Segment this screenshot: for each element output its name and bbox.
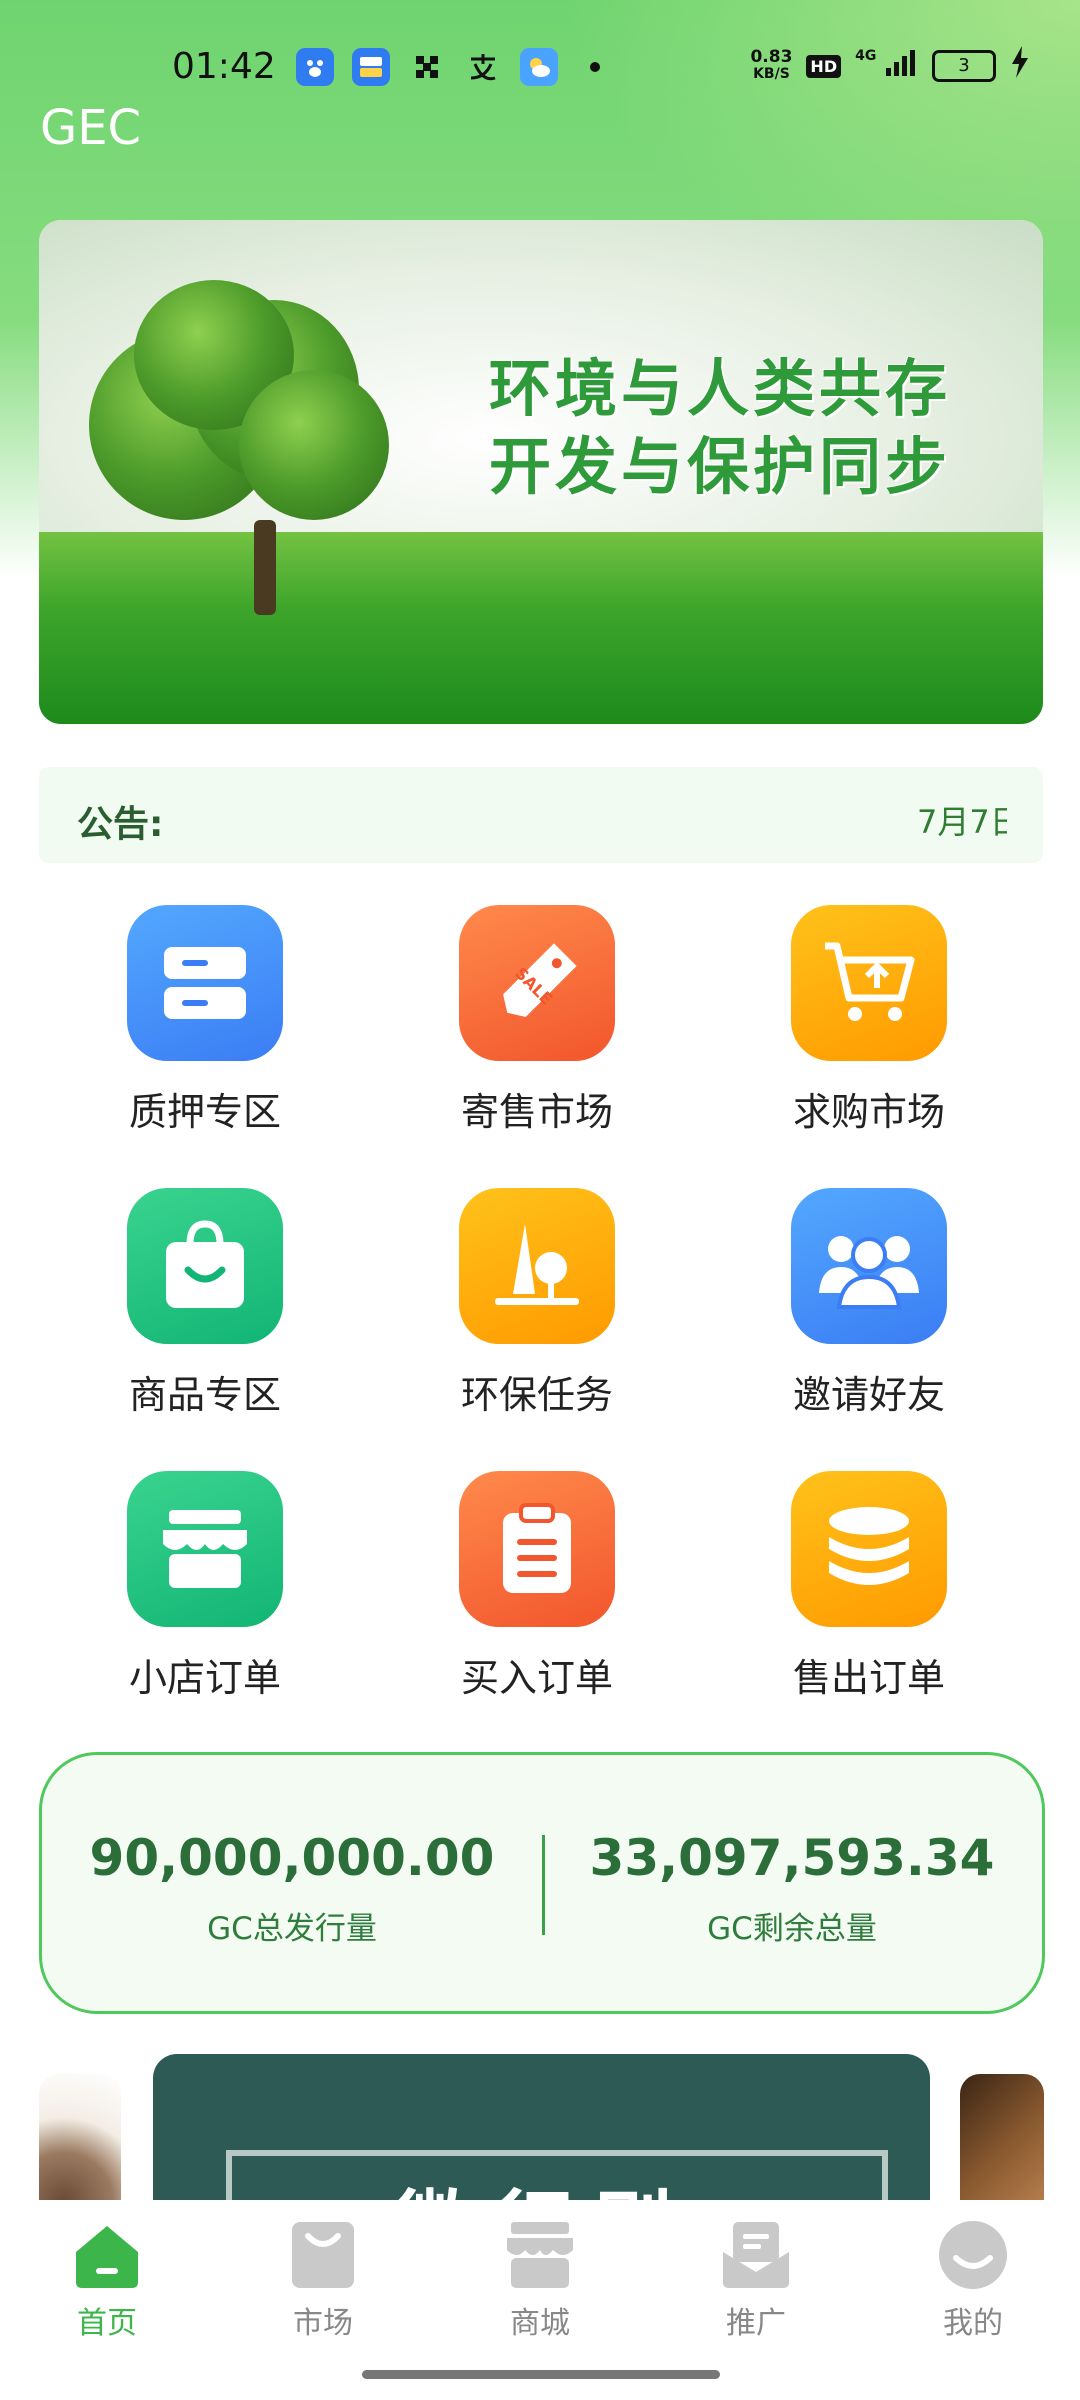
menu-item-label: 小店订单 [128,1656,281,1700]
stat-label: GC总发行量 [207,1911,377,1947]
menu-item-buy-request[interactable]: 求购市场 [703,905,1035,1136]
banner-slogan: 环境与人类共存 开发与保护同步 [489,350,951,506]
menu-item-buy-orders[interactable]: 买入订单 [371,1471,703,1702]
menu-item-products[interactable]: 商品专区 [39,1188,371,1419]
coins-icon [791,1471,947,1627]
storage-icon [127,905,283,1061]
stat-value: 90,000,000.00 [89,1829,495,1887]
menu-item-label: 买入订单 [460,1656,613,1700]
promo-carousel[interactable]: 微行则 [0,2054,1080,2200]
notification-icons [296,48,614,86]
more-notifications-dot-icon [576,48,614,86]
x-icon [408,48,446,86]
tab-label: 首页 [77,2306,137,2341]
tab-label: 商城 [510,2306,570,2341]
card-title: 微行则 [393,2164,693,2200]
stat-remaining: 33,097,593.34 GC剩余总量 [542,1755,1042,2011]
shopping-bag-icon [127,1188,283,1344]
tab-label: 市场 [293,2306,353,2341]
carousel-next-card[interactable] [960,2074,1044,2200]
carousel-prev-card[interactable] [39,2074,121,2200]
eco-tree-icon [459,1188,615,1344]
menu-item-invite-friends[interactable]: 邀请好友 [703,1188,1035,1419]
system-indicators: 0.83 KB/S HD 4G 3 [750,46,1030,86]
hd-badge: HD [806,54,842,78]
alipay-icon [464,48,502,86]
menu-item-label: 求购市场 [792,1090,945,1134]
weather-icon [520,48,558,86]
profile-icon [936,2218,1010,2292]
gc-stats-card: 90,000,000.00 GC总发行量 33,097,593.34 GC剩余总… [39,1752,1045,2014]
notice-bar[interactable]: 公告: 7月7日 [39,767,1043,863]
clipboard-icon [459,1471,615,1627]
tab-profile[interactable]: 我的 [893,2218,1053,2342]
banner-line-2: 开发与保护同步 [489,430,952,503]
home-indicator[interactable] [362,2370,720,2379]
app-title: GEC [40,100,142,156]
yu-live-icon [352,48,390,86]
baidu-icon [296,48,334,86]
menu-item-shop-orders[interactable]: 小店订单 [39,1471,371,1702]
menu-item-label: 质押专区 [128,1090,281,1134]
tree-trunk [254,520,276,615]
market-bag-icon [286,2218,360,2292]
tree-crown [239,370,389,520]
banner-grass [39,532,1043,724]
tab-market[interactable]: 市场 [243,2218,403,2342]
cart-upload-icon [791,905,947,1061]
sale-tag-icon: SALE [459,905,615,1061]
menu-item-label: 寄售市场 [460,1090,613,1134]
net-speed-unit: KB/S [753,66,790,82]
menu-item-consignment[interactable]: SALE 寄售市场 [371,905,703,1136]
menu-item-label: 邀请好友 [792,1373,945,1417]
hero-banner[interactable]: 环境与人类共存 开发与保护同步 [39,220,1043,724]
tab-promote[interactable]: 推广 [676,2218,836,2342]
menu-item-label: 售出订单 [792,1656,945,1700]
store-icon [503,2218,577,2292]
notice-label: 公告: [77,804,164,845]
menu-item-label: 环保任务 [460,1373,613,1417]
tab-label: 我的 [943,2306,1003,2341]
stat-value: 33,097,593.34 [589,1829,995,1887]
group-icon [791,1188,947,1344]
home-icon [70,2218,144,2292]
signal-icon: 4G [855,48,918,84]
charging-icon [1010,46,1030,86]
tab-mall[interactable]: 商城 [460,2218,620,2342]
tab-home[interactable]: 首页 [27,2218,187,2342]
status-time: 01:42 [172,46,276,87]
tab-label: 推广 [726,2306,786,2341]
banner-line-1: 环境与人类共存 [489,352,952,425]
carousel-current-card[interactable]: 微行则 [153,2054,930,2200]
net-speed-value: 0.83 [750,47,793,67]
notice-text: 7月7日 [917,803,1007,841]
menu-item-sell-orders[interactable]: 售出订单 [703,1471,1035,1702]
menu-item-staking[interactable]: 质押专区 [39,905,371,1136]
battery-icon: 3 [932,50,996,82]
net-speed: 0.83 KB/S [750,49,792,83]
status-bar: 01:42 0.83 KB/S HD 4G 3 [0,0,1080,140]
signal-label: 4G [855,48,877,64]
stat-label: GC剩余总量 [707,1911,877,1947]
menu-item-label: 商品专区 [128,1373,281,1417]
menu-item-eco-tasks[interactable]: 环保任务 [371,1188,703,1419]
stat-total-issued: 90,000,000.00 GC总发行量 [42,1755,542,2011]
shop-icon [127,1471,283,1627]
promote-icon [719,2218,793,2292]
